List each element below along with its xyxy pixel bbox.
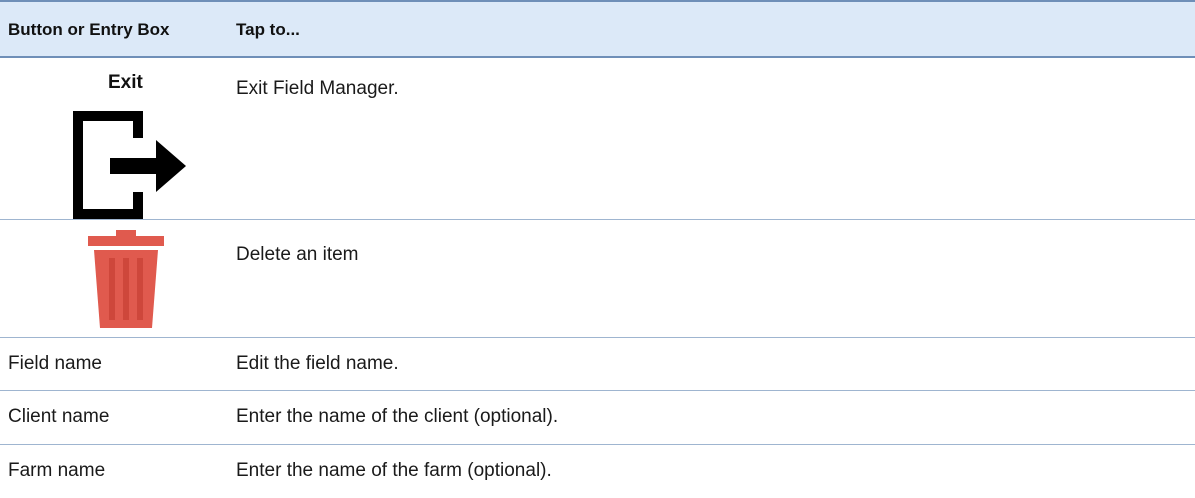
exit-icon[interactable] bbox=[64, 110, 188, 220]
table-row-client-name: Client name Enter the name of the client… bbox=[0, 391, 1195, 445]
table-header-row: Button or Entry Box Tap to... bbox=[0, 0, 1195, 58]
table-row-field-name: Field name Edit the field name. bbox=[0, 338, 1195, 391]
header-tap-to: Tap to... bbox=[236, 20, 300, 39]
farm-name-description: Enter the name of the farm (optional). bbox=[236, 460, 552, 481]
table-row-exit: Exit Exit Field Manager. bbox=[0, 58, 1195, 220]
exit-description: Exit Field Manager. bbox=[236, 78, 399, 99]
client-name-description: Enter the name of the client (optional). bbox=[236, 406, 559, 427]
field-name-label: Field name bbox=[8, 353, 102, 374]
farm-name-label: Farm name bbox=[8, 460, 106, 481]
trash-icon[interactable] bbox=[84, 228, 168, 330]
exit-label: Exit bbox=[108, 72, 143, 93]
header-button-or-entry-box: Button or Entry Box bbox=[8, 20, 170, 39]
delete-description: Delete an item bbox=[236, 244, 359, 265]
table-row-delete: Delete an item bbox=[0, 220, 1195, 338]
client-name-label: Client name bbox=[8, 406, 110, 427]
field-name-description: Edit the field name. bbox=[236, 353, 399, 374]
table-row-farm-name: Farm name Enter the name of the farm (op… bbox=[0, 445, 1195, 498]
